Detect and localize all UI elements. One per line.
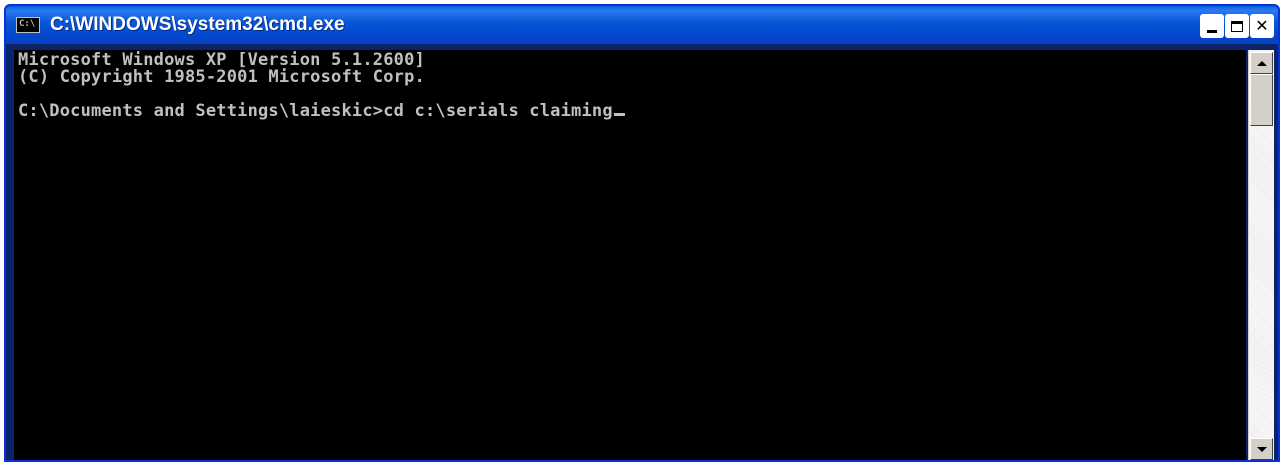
console-line-prompt[interactable]: C:\Documents and Settings\laieskic>cd c:… [18, 102, 625, 120]
prompt-text: C:\Documents and Settings\laieskic>cd c:… [18, 101, 613, 121]
minimize-button[interactable] [1200, 14, 1224, 38]
maximize-icon [1231, 20, 1243, 32]
cmd-window: C:\ C:\WINDOWS\system32\cmd.exe ✕ Micros… [4, 4, 1280, 462]
window-title: C:\WINDOWS\system32\cmd.exe [50, 14, 345, 35]
maximize-button[interactable] [1225, 14, 1249, 38]
vertical-scrollbar[interactable] [1248, 50, 1274, 460]
close-button[interactable]: ✕ [1250, 14, 1274, 38]
console-output[interactable]: Microsoft Windows XP [Version 5.1.2600] … [14, 50, 1246, 460]
close-icon: ✕ [1255, 16, 1269, 35]
scroll-down-button[interactable] [1250, 438, 1273, 460]
arrow-down-icon [1256, 446, 1267, 452]
scroll-up-button[interactable] [1250, 52, 1273, 74]
title-bar[interactable]: C:\ C:\WINDOWS\system32\cmd.exe ✕ [6, 6, 1278, 44]
minimize-icon [1207, 29, 1217, 33]
console-line-copyright: (C) Copyright 1985-2001 Microsoft Corp. [18, 67, 425, 87]
cmd-app-icon[interactable]: C:\ [16, 17, 40, 33]
arrow-up-icon [1256, 60, 1267, 66]
scroll-thumb[interactable] [1250, 74, 1273, 126]
text-cursor [613, 113, 625, 116]
